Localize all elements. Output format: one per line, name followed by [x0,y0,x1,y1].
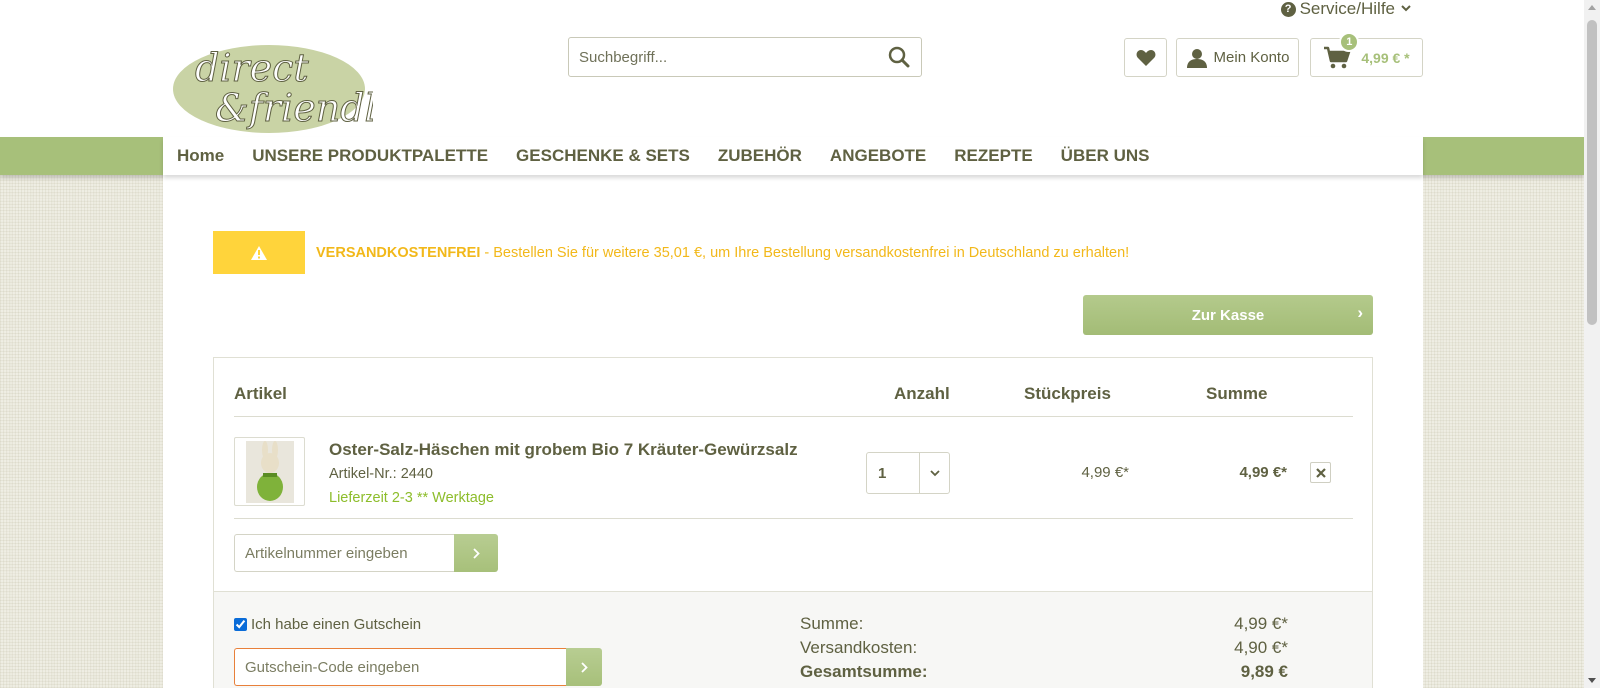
header-article: Artikel [234,384,287,403]
heart-icon [1136,49,1155,66]
chevron-down-icon [1401,3,1411,15]
nav-item-geschenke[interactable]: GESCHENKE & SETS [516,146,690,166]
row-sum: 4,99 €* [1239,464,1287,481]
nav-item-home[interactable]: Home [177,146,224,166]
header-unit-price: Stückpreis [1024,384,1111,403]
account-label: Mein Konto [1213,49,1290,66]
scrollbar-thumb[interactable] [1587,20,1597,325]
cart-icon-wrap: 1 [1323,31,1360,70]
nav-item-rezepte[interactable]: REZEPTE [954,146,1032,166]
chevron-right-icon [472,547,480,559]
coupon-checkbox[interactable] [234,618,247,631]
nav-item-ueber-uns[interactable]: ÜBER UNS [1061,146,1150,166]
nav-item-zubehoer[interactable]: ZUBEHÖR [718,146,802,166]
scroll-down-icon[interactable] [1588,678,1596,683]
warning-icon-box [213,231,305,274]
logo-text-2: &friendly [215,86,373,130]
logo-text-1: direct [195,46,309,90]
header-sum: Summe [1206,384,1268,403]
subtotal-label: Summe: [800,614,864,633]
chevron-right-icon [580,661,588,673]
product-thumbnail [245,440,294,503]
search-icon [888,46,910,68]
product-delivery-time: Lieferzeit 2-3 ** Werktage [329,490,494,506]
unit-price: 4,99 €* [1081,464,1129,481]
page-container: ? Service/Hilfe direct &friendly [163,0,1423,688]
coupon-code-input[interactable] [234,648,566,686]
add-article-button[interactable] [454,534,498,572]
shipping-label: Versandkosten: [800,638,918,657]
service-menu[interactable]: ? Service/Hilfe [1280,0,1411,19]
checkout-label: Zur Kasse [1191,306,1265,324]
warning-icon [251,245,267,260]
cart-footer: Ich habe einen Gutschein Summe: 4,99 €* … [214,591,1372,688]
wishlist-button[interactable] [1124,38,1167,77]
search-input[interactable] [569,38,877,76]
quantity-select[interactable]: 1 [866,452,950,494]
product-image[interactable] [234,437,305,506]
chevron-down-icon [919,453,949,493]
table-header: Artikel Anzahl Stückpreis Summe [234,384,1353,414]
grand-total-value: 9,89 € [1240,662,1288,681]
scroll-up-icon[interactable] [1588,5,1596,10]
help-icon: ? [1280,1,1296,17]
article-number-input[interactable] [234,534,454,572]
shipping-value: 4,90 €* [1234,638,1288,657]
header-quantity: Anzahl [894,384,950,403]
remove-item-button[interactable] [1310,462,1331,483]
cart-total: 4,99 € * [1361,49,1410,66]
redeem-coupon-button[interactable] [566,648,602,686]
product-sku: Artikel-Nr.: 2440 [329,466,433,482]
logo[interactable]: direct &friendly [173,37,399,137]
header-divider [234,416,1353,417]
page-scrollbar[interactable] [1584,0,1600,688]
quantity-value: 1 [878,464,887,482]
account-button[interactable]: Mein Konto [1176,38,1299,77]
search-button[interactable] [877,38,921,76]
product-name[interactable]: Oster-Salz-Häschen mit grobem Bio 7 Kräu… [329,440,798,460]
coupon-toggle[interactable]: Ich habe einen Gutschein [234,616,421,633]
shipping-notice-text: VERSANDKOSTENFREI - Bestellen Sie für we… [316,245,1129,261]
shipping-notice: VERSANDKOSTENFREI - Bestellen Sie für we… [213,231,1129,274]
nav-item-produktpalette[interactable]: UNSERE PRODUKTPALETTE [252,146,488,166]
cart-panel: Artikel Anzahl Stückpreis Summe Oster-Sa… [213,357,1373,688]
chevron-right-icon: › [1357,303,1363,322]
shipping-notice-bold: VERSANDKOSTENFREI [316,244,481,261]
close-icon [1315,467,1326,478]
grand-total-label: Gesamtsumme: [800,662,928,681]
shipping-notice-message: - Bestellen Sie für weitere 35,01 €, um … [480,244,1130,261]
coupon-checkbox-label: Ich habe einen Gutschein [251,616,422,633]
cart-button[interactable]: 1 4,99 € * [1310,31,1423,77]
search-bar [568,37,922,77]
checkout-button[interactable]: Zur Kasse › [1083,295,1373,335]
service-label: Service/Hilfe [1299,0,1395,18]
main-navigation: Home UNSERE PRODUKTPALETTE GESCHENKE & S… [163,137,1423,175]
nav-item-angebote[interactable]: ANGEBOTE [830,146,926,166]
row-divider [234,518,1353,519]
user-icon [1186,48,1207,68]
cart-count-badge: 1 [1339,31,1360,52]
subtotal-value: 4,99 €* [1234,614,1288,633]
